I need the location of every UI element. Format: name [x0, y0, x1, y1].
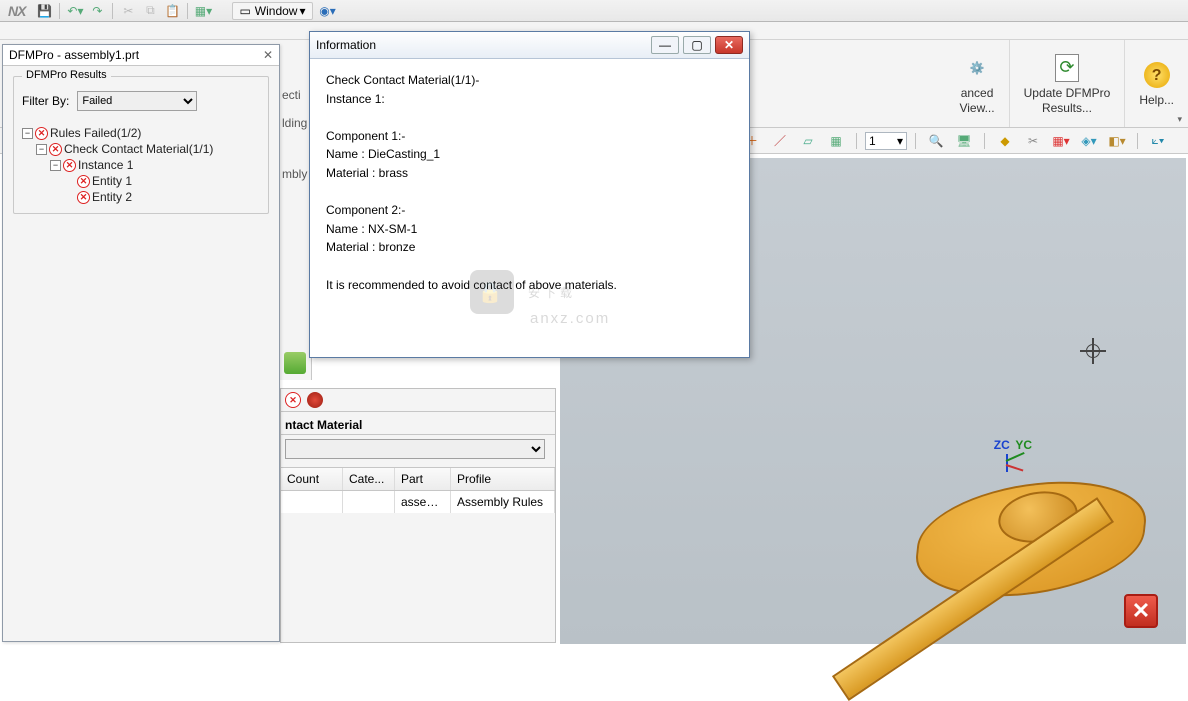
nx-logo: NX — [0, 3, 33, 19]
tree-label: Entity 2 — [92, 190, 132, 204]
help-button[interactable]: ? Help... — [1129, 42, 1184, 125]
rule-instance-select[interactable] — [285, 439, 545, 459]
face-icon[interactable]: ▱ — [798, 132, 818, 150]
fail-icon: ✕ — [77, 191, 90, 204]
left-ribbon-remnant: ecti lding mbly — [280, 60, 312, 380]
results-groupbox: DFMPro Results Filter By: Failed − ✕ Rul… — [13, 76, 269, 214]
separator — [187, 3, 188, 19]
collapse-icon[interactable]: − — [22, 128, 33, 139]
advanced-view-label: anced View... — [959, 86, 994, 115]
tree-label: Entity 1 — [92, 174, 132, 188]
table-header: Count Cate... Part Profile — [281, 468, 555, 491]
palette-icon[interactable]: ▦▾ — [1051, 132, 1071, 150]
separator — [59, 3, 60, 19]
col-category[interactable]: Cate... — [343, 468, 395, 490]
maximize-button[interactable]: ▢ — [683, 36, 711, 54]
quick-access-toolbar: NX 💾 ↶▾ ↷ ✂ ⧉ 📋 ▦▾ ▭ Window ▾ ◉▾ — [0, 0, 1188, 22]
col-part[interactable]: Part — [395, 468, 451, 490]
view-center-icon — [1080, 338, 1106, 364]
save-icon[interactable]: 💾 — [35, 2, 53, 20]
shade-icon[interactable]: ◧▾ — [1107, 132, 1127, 150]
ribbon-group-view: ⚙️ anced View... — [945, 40, 1009, 127]
col-count[interactable]: Count — [281, 468, 343, 490]
dialog-titlebar[interactable]: Information — ▢ ✕ — [310, 32, 749, 59]
watermark-icon: 🔒 — [470, 270, 514, 314]
filter-label: Filter By: — [22, 94, 69, 108]
clip-icon[interactable]: ✂ — [1023, 132, 1043, 150]
tree-label: Check Contact Material(1/1) — [64, 142, 213, 156]
scale-input[interactable]: 1▾ — [865, 132, 907, 150]
minimize-button[interactable]: — — [651, 36, 679, 54]
view-triad: ZC YC — [994, 438, 1032, 484]
dialog-title: Information — [316, 38, 376, 52]
fail-icon: ✕ — [63, 159, 76, 172]
help-label: Help... — [1139, 93, 1174, 107]
measure-icon[interactable]: ⟀▾ — [1148, 132, 1168, 150]
zoom-fit-icon[interactable]: 🔍 — [926, 132, 946, 150]
tree-node-rule[interactable]: − ✕ Check Contact Material(1/1) — [22, 141, 260, 157]
rule-table: Count Cate... Part Profile assem... Asse… — [281, 467, 555, 513]
record-icon[interactable] — [307, 392, 323, 408]
ribbon-dropdown-icon[interactable]: ▾ — [1177, 114, 1182, 125]
watermark-sub: anxz.com — [530, 310, 610, 327]
results-tree[interactable]: − ✕ Rules Failed(1/2) − ✕ Check Contact … — [22, 125, 260, 205]
collapse-icon[interactable]: − — [50, 160, 61, 171]
cube-icon[interactable]: ◉▾ — [319, 2, 337, 20]
cut-icon[interactable]: ✂ — [119, 2, 137, 20]
filter-select[interactable]: Failed — [77, 91, 197, 111]
refresh-doc-icon: ⟳ — [1051, 52, 1083, 84]
tree-node-entity[interactable]: ✕ Entity 1 — [22, 173, 260, 189]
window-icon: ▭ — [239, 4, 250, 18]
ribbon-group-update: ⟳ Update DFMPro Results... — [1010, 40, 1126, 127]
results-legend: DFMPro Results — [22, 69, 111, 81]
window-menu-label: Window — [255, 4, 298, 18]
rule-heading: ntact Material — [281, 412, 555, 435]
separator — [112, 3, 113, 19]
col-profile[interactable]: Profile — [451, 468, 555, 490]
table-row[interactable]: assem... Assembly Rules — [281, 491, 555, 513]
watermark-text: 安下载 — [528, 284, 576, 301]
dfmpro-panel: DFMPro - assembly1.prt ✕ DFMPro Results … — [2, 44, 280, 642]
tree-node-instance[interactable]: − ✕ Instance 1 — [22, 157, 260, 173]
settings-icon[interactable]: ▦▾ — [194, 2, 212, 20]
monitor-icon[interactable]: 🖥 — [954, 132, 974, 150]
render-icon[interactable]: ◈▾ — [1079, 132, 1099, 150]
panel-titlebar[interactable]: DFMPro - assembly1.prt ✕ — [3, 45, 279, 66]
help-icon: ? — [1141, 59, 1173, 91]
redo-icon[interactable]: ↷ — [88, 2, 106, 20]
tree-label: Instance 1 — [78, 158, 133, 172]
rule-detail-panel: ✕ ntact Material Count Cate... Part Prof… — [280, 388, 556, 643]
advanced-view-button[interactable]: ⚙️ anced View... — [949, 42, 1004, 125]
watermark: 🔒 安下载 anxz.com — [470, 270, 576, 314]
close-button[interactable]: ✕ — [715, 36, 743, 54]
collapse-icon[interactable]: − — [36, 144, 47, 155]
close-overlay-button[interactable]: ✕ — [1124, 594, 1158, 628]
close-icon[interactable]: ✕ — [263, 48, 273, 62]
panel-title: DFMPro - assembly1.prt — [9, 48, 139, 62]
grid-icon[interactable]: ▦ — [826, 132, 846, 150]
fail-icon: ✕ — [49, 143, 62, 156]
layer-icon[interactable]: ◆ — [995, 132, 1015, 150]
tree-node-entity[interactable]: ✕ Entity 2 — [22, 189, 260, 205]
update-results-label: Update DFMPro Results... — [1024, 86, 1111, 115]
edge-icon[interactable]: ／ — [770, 132, 790, 150]
paste-icon[interactable]: 📋 — [163, 2, 181, 20]
gear-icon: ⚙️ — [961, 52, 993, 84]
fail-chip-icon[interactable]: ✕ — [285, 392, 301, 408]
undo-icon[interactable]: ↶▾ — [66, 2, 84, 20]
model-geometry — [776, 334, 1156, 604]
window-menu-button[interactable]: ▭ Window ▾ — [232, 2, 312, 20]
tree-node-root[interactable]: − ✕ Rules Failed(1/2) — [22, 125, 260, 141]
fail-icon: ✕ — [77, 175, 90, 188]
update-results-button[interactable]: ⟳ Update DFMPro Results... — [1014, 42, 1121, 125]
component-icon — [284, 352, 306, 374]
fail-icon: ✕ — [35, 127, 48, 140]
tree-label: Rules Failed(1/2) — [50, 126, 141, 140]
copy-icon[interactable]: ⧉ — [141, 2, 159, 20]
